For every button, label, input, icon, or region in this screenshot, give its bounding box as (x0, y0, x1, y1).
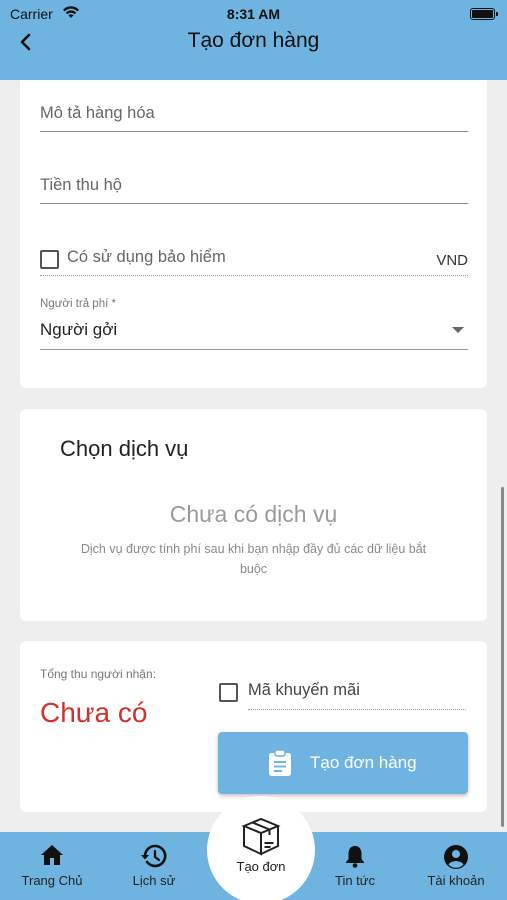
total-value: Chưa có (40, 697, 148, 728)
nav-label-home: Trang Chủ (21, 873, 83, 888)
scrollbar[interactable] (501, 487, 504, 827)
promo-checkbox[interactable] (219, 683, 238, 702)
service-empty-title: Chưa có dịch vụ (169, 501, 338, 527)
nav-label-news: Tin tức (334, 873, 375, 888)
total-card: Tổng thu người nhận: Chưa có Mã khuyến m… (20, 641, 487, 812)
nav-item-home[interactable]: Trang Chủ (10, 832, 94, 900)
service-title: Chọn dịch vụ (60, 436, 189, 461)
field-underline (40, 130, 468, 132)
nav-item-news[interactable]: Tin tức (313, 832, 397, 900)
dotted-underline (40, 275, 468, 276)
service-card: Chọn dịch vụ Chưa có dịch vụ Dịch vụ đượ… (20, 409, 487, 621)
service-empty-note: Dịch vụ được tính phí sau khi bạn nhập đ… (80, 542, 427, 576)
nav-label-account: Tài khoản (427, 873, 485, 888)
cod-placeholder: Tiền thu hộ (40, 176, 122, 194)
page-title: Tạo đơn hàng (187, 29, 320, 52)
payer-label: Người trả phí * (40, 298, 116, 310)
clipboard-icon (268, 749, 292, 782)
create-order-label: Tạo đơn hàng (310, 753, 417, 772)
nav-label-create-order: Tạo đơn (236, 859, 286, 874)
insurance-label: Có sử dụng bảo hiểm (67, 248, 226, 266)
field-underline (40, 202, 468, 204)
bell-icon (344, 844, 366, 873)
total-label: Tổng thu người nhận: (40, 667, 156, 681)
promo-label: Mã khuyến mãi (248, 681, 360, 699)
dropdown-caret-icon (452, 327, 464, 333)
box-icon (240, 816, 282, 861)
account-icon (443, 844, 469, 875)
promo-dotted-underline (248, 709, 466, 710)
home-icon (40, 844, 64, 871)
history-icon (141, 844, 167, 873)
cod-field[interactable]: Tiền thu hộ (40, 170, 468, 204)
payer-value: Người gởi (40, 320, 118, 339)
field-underline (40, 349, 468, 350)
status-time: 8:31 AM (226, 6, 281, 22)
app-header: Carrier 8:31 AM Tạo đơn hàng (0, 0, 507, 80)
create-order-button[interactable]: Tạo đơn hàng (218, 732, 468, 794)
order-form-card: Mô tả hàng hóa Tiền thu hộ Có sử dụng bả… (20, 80, 487, 388)
battery-icon (470, 8, 498, 20)
nav-item-create-order[interactable]: Tạo đơn (207, 796, 315, 900)
nav-item-account[interactable]: Tài khoản (414, 832, 498, 900)
insurance-checkbox[interactable] (40, 250, 59, 269)
currency-label: VND (436, 252, 468, 269)
description-field[interactable]: Mô tả hàng hóa (40, 98, 468, 132)
nav-item-history[interactable]: Lịch sử (112, 832, 196, 900)
description-placeholder: Mô tả hàng hóa (40, 104, 155, 122)
insurance-row: Có sử dụng bảo hiểm VND (40, 242, 468, 276)
payer-select[interactable]: Người gởi (40, 314, 468, 350)
nav-label-history: Lịch sử (132, 873, 176, 888)
status-bar: Carrier 8:31 AM (0, 0, 507, 28)
